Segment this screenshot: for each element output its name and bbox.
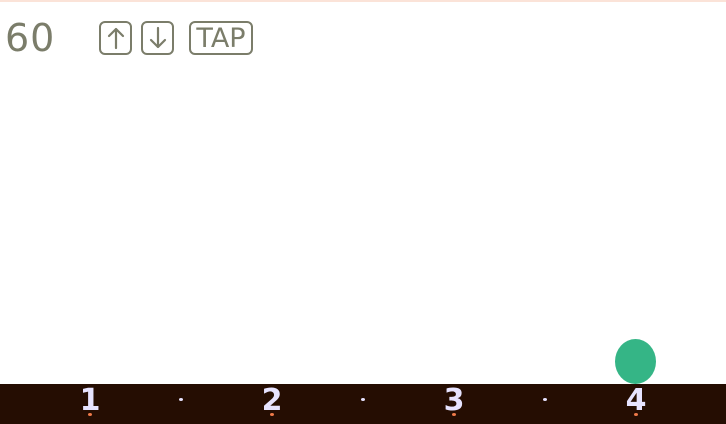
metronome-app: 60 TAP 1 2 3 4 xyxy=(0,0,726,424)
beat-3: 3 xyxy=(434,384,474,424)
beat-accent-dot xyxy=(634,413,638,416)
tempo-display: 60 xyxy=(5,16,56,60)
beat-number: 3 xyxy=(443,383,465,418)
beat-bar: 1 2 3 4 xyxy=(0,384,726,424)
subdivision-dot xyxy=(543,398,547,401)
beat-indicator-ball xyxy=(615,339,656,384)
beat-accent-dot xyxy=(452,413,456,416)
top-divider xyxy=(0,0,726,2)
beat-1: 1 xyxy=(70,384,110,424)
beat-accent-dot xyxy=(88,413,92,416)
subdivision-dot xyxy=(361,398,365,401)
tempo-up-button[interactable] xyxy=(99,21,132,55)
arrow-up-icon xyxy=(107,27,124,50)
beat-4: 4 xyxy=(616,384,656,424)
subdivision-dot xyxy=(179,398,183,401)
beat-number: 2 xyxy=(261,383,283,418)
beat-number: 4 xyxy=(625,383,647,418)
tap-tempo-button[interactable]: TAP xyxy=(189,21,253,55)
arrow-down-icon xyxy=(149,26,166,49)
tempo-down-button[interactable] xyxy=(141,21,174,55)
beat-2: 2 xyxy=(252,384,292,424)
beat-number: 1 xyxy=(79,383,101,418)
beat-accent-dot xyxy=(270,413,274,416)
